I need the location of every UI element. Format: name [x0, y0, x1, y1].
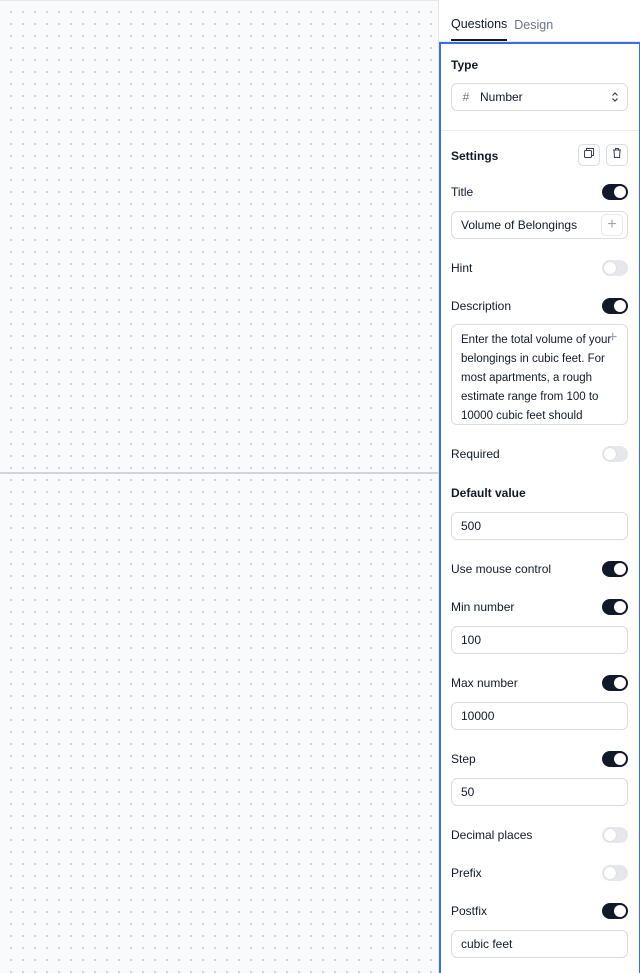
panel-tabs: Questions Design [439, 0, 640, 42]
min-number-input-value: 100 [461, 633, 482, 647]
max-number-label: Max number [451, 676, 518, 690]
settings-section-title: Settings [451, 149, 499, 163]
min-number-toggle[interactable] [602, 599, 628, 615]
mouse-control-toggle[interactable] [602, 561, 628, 577]
decimal-places-label: Decimal places [451, 828, 533, 842]
editor-canvas[interactable] [0, 0, 438, 973]
postfix-input-value: cubic feet [461, 937, 513, 951]
title-label: Title [451, 185, 474, 199]
max-number-toggle[interactable] [602, 675, 628, 691]
postfix-label: Postfix [451, 904, 488, 918]
step-input-value: 50 [461, 785, 475, 799]
chevron-up-down-icon [611, 91, 619, 106]
postfix-input[interactable]: cubic feet [451, 930, 628, 958]
hash-icon: # [462, 90, 470, 104]
description-toggle[interactable] [602, 298, 628, 314]
step-toggle[interactable] [602, 751, 628, 767]
default-value-input[interactable]: 500 [451, 512, 628, 540]
properties-panel: Questions Design Type # Number Settings … [438, 0, 640, 973]
min-number-input[interactable]: 100 [451, 626, 628, 654]
postfix-toggle[interactable] [602, 903, 628, 919]
description-textarea[interactable]: Enter the total volume of your belonging… [451, 324, 628, 425]
step-input[interactable]: 50 [451, 778, 628, 806]
tab-questions[interactable]: Questions [451, 17, 508, 41]
plus-icon[interactable]: + [608, 329, 617, 347]
default-value-label: Default value [451, 486, 526, 500]
decimal-places-toggle[interactable] [602, 827, 628, 843]
trash-icon [611, 146, 623, 164]
step-label: Step [451, 752, 476, 766]
mouse-control-label: Use mouse control [451, 562, 552, 576]
hint-toggle[interactable] [602, 260, 628, 276]
max-number-input[interactable]: 10000 [451, 702, 628, 730]
delete-button[interactable] [606, 144, 628, 166]
required-label: Required [451, 447, 500, 461]
min-number-label: Min number [451, 600, 515, 614]
copy-icon [583, 146, 595, 164]
prefix-toggle[interactable] [602, 865, 628, 881]
type-select-value: Number [480, 90, 523, 104]
selected-question-settings: Type # Number Settings Title Volume of B… [439, 42, 640, 973]
title-add-button[interactable]: + [601, 214, 623, 236]
prefix-label: Prefix [451, 866, 482, 880]
description-textarea-value: Enter the total volume of your belonging… [461, 334, 612, 422]
duplicate-button[interactable] [578, 144, 600, 166]
required-toggle[interactable] [602, 446, 628, 462]
default-value-input-value: 500 [461, 519, 482, 533]
title-toggle[interactable] [602, 184, 628, 200]
title-input-value: Volume of Belongings [461, 218, 578, 232]
tab-design[interactable]: Design [514, 18, 553, 41]
type-select[interactable]: # Number [451, 83, 628, 111]
hint-label: Hint [451, 261, 473, 275]
description-label: Description [451, 299, 512, 313]
max-number-input-value: 10000 [461, 709, 495, 723]
type-section-title: Type [451, 58, 479, 72]
plus-icon: + [607, 216, 617, 233]
section-divider [441, 130, 639, 131]
